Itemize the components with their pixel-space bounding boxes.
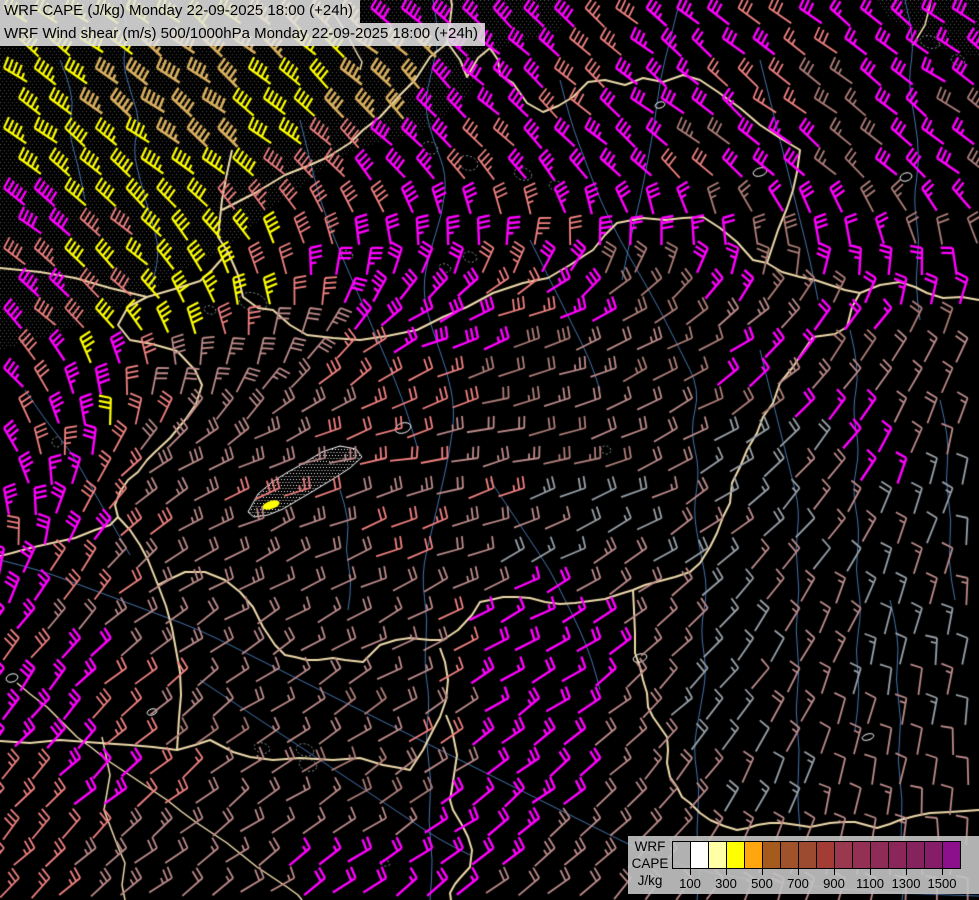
legend-cell <box>690 841 709 869</box>
title-cape: WRF CAPE (J/kg) Monday 22-09-2025 18:00 … <box>0 0 360 23</box>
legend-tick <box>942 869 943 875</box>
legend-cell <box>870 841 889 869</box>
legend-tick <box>726 869 727 875</box>
legend-tick <box>834 869 835 875</box>
title-shear: WRF Wind shear (m/s) 500/1000hPa Monday … <box>0 23 485 46</box>
legend-cell <box>816 841 835 869</box>
legend-title: WRF CAPE J/kg <box>630 838 670 889</box>
legend-cell <box>744 841 763 869</box>
legend-title-unit: J/kg <box>630 872 670 889</box>
legend-tick <box>906 869 907 875</box>
legend-cell <box>852 841 871 869</box>
legend-cell <box>942 841 961 869</box>
legend-colorbar <box>672 841 961 869</box>
legend-tick <box>798 869 799 875</box>
legend-tick-label: 300 <box>709 876 743 891</box>
legend-cell <box>798 841 817 869</box>
legend-cell <box>762 841 781 869</box>
legend-tick-label: 1300 <box>889 876 923 891</box>
legend-tick-label: 900 <box>817 876 851 891</box>
legend-tick-label: 1100 <box>853 876 887 891</box>
legend-tick-label: 700 <box>781 876 815 891</box>
legend-tick <box>690 869 691 875</box>
cape-legend: WRF CAPE J/kg 10030050070090011001300150… <box>628 836 979 894</box>
legend-tick <box>870 869 871 875</box>
legend-cell <box>924 841 943 869</box>
legend-cell <box>906 841 925 869</box>
legend-title-param: CAPE <box>630 855 670 872</box>
legend-cell <box>708 841 727 869</box>
legend-cell <box>726 841 745 869</box>
legend-cell <box>780 841 799 869</box>
legend-cell <box>888 841 907 869</box>
legend-tick-label: 500 <box>745 876 779 891</box>
map-title-box: WRF CAPE (J/kg) Monday 22-09-2025 18:00 … <box>0 0 485 46</box>
weather-map-page: WRF CAPE (J/kg) Monday 22-09-2025 18:00 … <box>0 0 979 900</box>
weather-map-canvas <box>0 0 979 900</box>
legend-cell <box>672 841 691 869</box>
legend-tick-label: 1500 <box>925 876 959 891</box>
legend-tick-label: 100 <box>673 876 707 891</box>
legend-cell <box>834 841 853 869</box>
legend-tick <box>762 869 763 875</box>
legend-title-model: WRF <box>630 838 670 855</box>
